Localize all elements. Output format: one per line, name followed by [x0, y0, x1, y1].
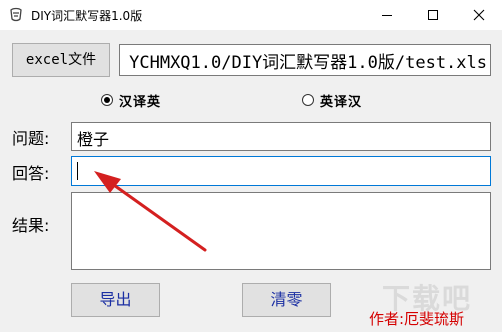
annotation-arrow-icon [94, 171, 207, 252]
app-window: DIY词汇默写器1.0版 excel文件 YCHMXQ1.0/DIY词汇默写器1… [0, 0, 502, 332]
